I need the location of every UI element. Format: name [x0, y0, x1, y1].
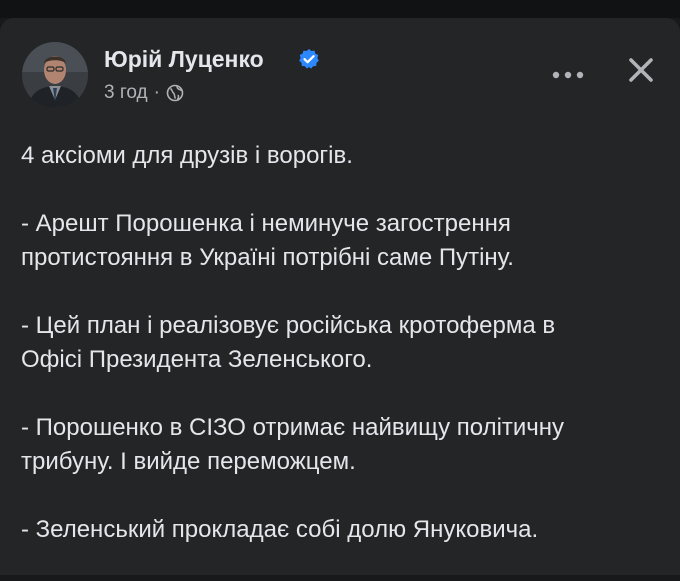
globe-icon[interactable] [166, 84, 184, 102]
verified-badge-icon [299, 49, 319, 69]
meta-separator: · [153, 82, 160, 103]
post-meta: 3 год · [104, 82, 184, 104]
post-paragraph: - Зеленський прокладає собі долю Янукови… [21, 513, 666, 547]
post-line: - Порошенко в СІЗО отримає найвищу політ… [21, 414, 565, 441]
post-paragraph: - Порошенко в СІЗО отримає найвищу політ… [21, 411, 666, 479]
post-paragraph: - Цей план і реалізовує російська кротоф… [21, 309, 666, 377]
post-paragraph: 4 аксіоми для друзів і ворогів. [21, 139, 666, 173]
author-avatar[interactable] [22, 42, 88, 108]
post-timestamp[interactable]: 3 год [104, 82, 148, 104]
post-text: 4 аксіоми для друзів і ворогів. - Арешт … [21, 139, 666, 581]
author-name[interactable]: Юрій Луценко [104, 46, 264, 73]
post-header: Юрій Луценко 3 год · [22, 42, 660, 108]
post-line: Офісі Президента Зеленського. [21, 346, 373, 373]
post-line: 4 аксіоми для друзів і ворогів. [21, 142, 353, 169]
close-icon [629, 58, 653, 82]
close-button[interactable] [626, 55, 656, 85]
post-paragraph: - Арешт Порошенка і неминуче загострення… [21, 207, 666, 275]
post-line: - Арешт Порошенка і неминуче загострення [21, 210, 511, 237]
top-bar [0, 0, 680, 18]
post-line: - Зеленський прокладає собі долю Янукови… [21, 516, 539, 543]
post-line: протистояння в Україні потрібні саме Пут… [21, 244, 514, 271]
more-options-icon [552, 71, 584, 79]
post-line: трибуну. І вийде переможцем. [21, 448, 356, 475]
post-line: - Цей план і реалізовує російська кротоф… [21, 312, 556, 339]
post-card: Юрій Луценко 3 год · 4 аксіоми для друзі… [0, 18, 680, 575]
profile-photo [22, 42, 88, 108]
more-options-button[interactable] [550, 62, 586, 88]
